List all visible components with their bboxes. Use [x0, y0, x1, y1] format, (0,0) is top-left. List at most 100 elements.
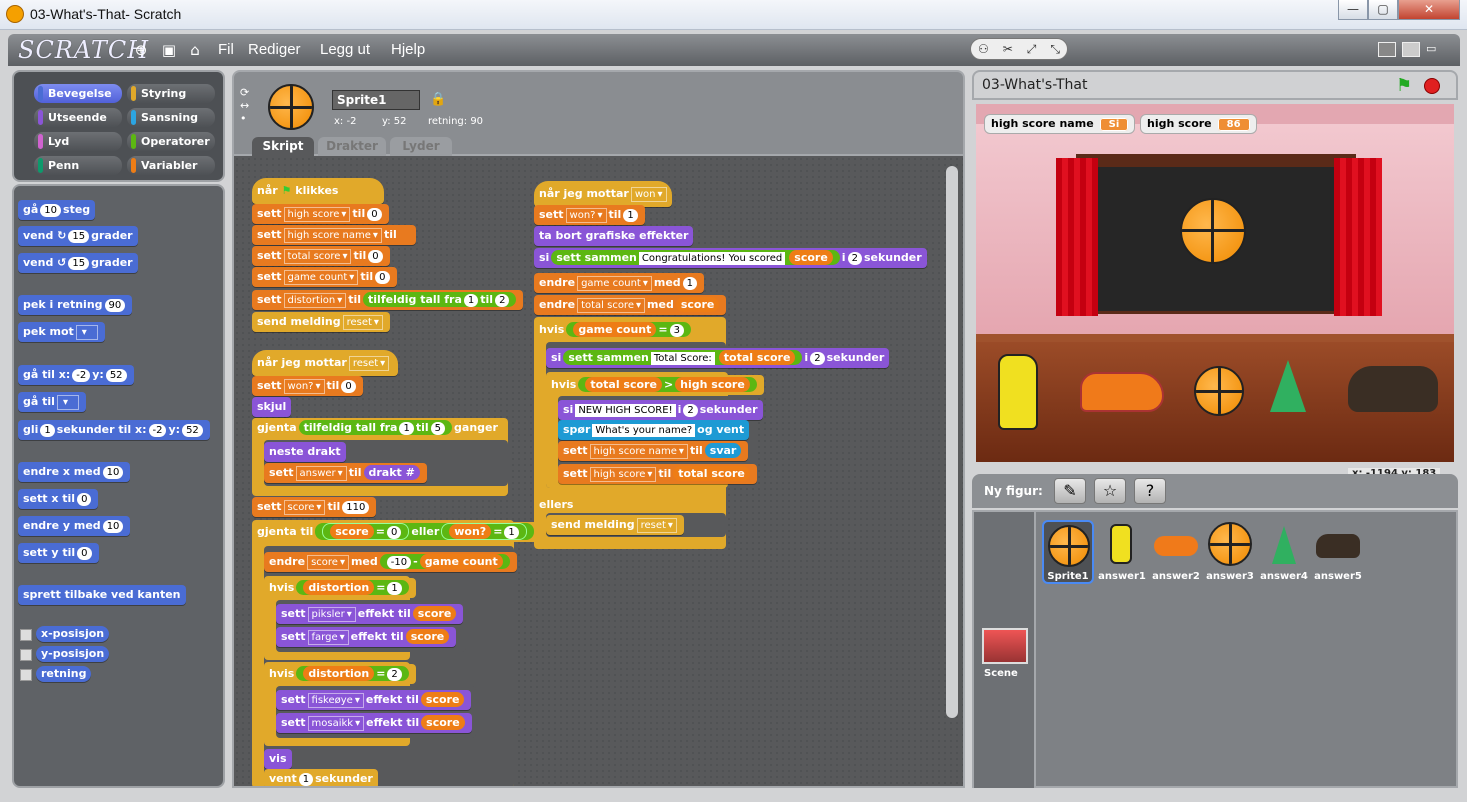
block-point-direction[interactable]: pek i retning 90	[18, 295, 133, 315]
block-next-costume[interactable]: neste drakt	[264, 442, 346, 462]
block-set-won-0[interactable]: settwon?til0	[252, 376, 363, 396]
basketball-sprite[interactable]	[1180, 198, 1246, 264]
menu-edit[interactable]: Rediger	[248, 41, 301, 58]
globe-icon[interactable]: ⊕	[132, 41, 150, 59]
hat-when-flag[interactable]: når ⚑ klikkes	[252, 178, 384, 204]
paint-sprite-icon[interactable]: ✎	[1054, 478, 1086, 504]
block-set-color-effect[interactable]: settfargeeffekt tilscore	[276, 627, 457, 647]
block-set-distortion[interactable]: settdistortiontiltilfeldig tall fra1til2	[252, 290, 524, 310]
choose-sprite-icon[interactable]: ☆	[1094, 478, 1126, 504]
cat-sensing[interactable]: Sansning	[127, 108, 215, 127]
block-if-game-count[interactable]: hvis game count = 3	[534, 320, 698, 340]
maximize-button[interactable]: ▢	[1368, 0, 1398, 20]
block-show[interactable]: vis	[264, 749, 292, 769]
block-set-high-score-name-answer[interactable]: setthigh score nametilsvar	[558, 441, 749, 461]
random-sprite-icon[interactable]: ?	[1134, 478, 1166, 504]
scripts-scrollbar[interactable]	[946, 166, 958, 718]
block-set-high-score-name[interactable]: setthigh score nametil	[252, 225, 416, 245]
block-say-total[interactable]: si sett sammen Total Score: total score i 2 se…	[546, 348, 890, 368]
cat-variables[interactable]: Variabler	[127, 156, 215, 175]
block-set-y[interactable]: sett y til 0	[18, 543, 99, 563]
block-hide[interactable]: skjul	[252, 397, 292, 417]
answer5-sprite[interactable]	[1348, 366, 1438, 412]
answer1-sprite[interactable]	[998, 354, 1038, 430]
cat-pen[interactable]: Penn	[34, 156, 122, 175]
block-change-y[interactable]: endre y med 10	[18, 516, 131, 536]
block-set-total-score[interactable]: setttotal scoretil0	[252, 246, 390, 266]
sprite-item[interactable]: answer1	[1096, 522, 1148, 582]
block-point-towards[interactable]: pek mot	[18, 322, 105, 342]
block-set-answer[interactable]: settanswertildrakt #	[264, 463, 427, 483]
reporter-direction[interactable]: retning	[36, 666, 92, 682]
reporter-x-position[interactable]: x-posisjon	[36, 626, 110, 642]
checkbox-x-position[interactable]	[20, 629, 32, 641]
sprite-item[interactable]: Sprite1	[1042, 520, 1094, 584]
menu-share[interactable]: Legg ut	[320, 41, 370, 58]
cat-looks[interactable]: Utseende	[34, 108, 122, 127]
block-turn-left[interactable]: vend ↺ 15 grader	[18, 253, 138, 273]
checkbox-y-position[interactable]	[20, 649, 32, 661]
block-if-high-score[interactable]: hvis total score > high score	[546, 375, 764, 395]
block-set-mosaic-effect[interactable]: settmosaikkeffekt tilscore	[276, 713, 472, 733]
checkbox-direction[interactable]	[20, 669, 32, 681]
block-set-x[interactable]: sett x til 0	[18, 489, 99, 509]
block-set-pixel-effect[interactable]: settpikslereffekt tilscore	[276, 604, 464, 624]
tab-scripts[interactable]: Skript	[252, 137, 314, 156]
menu-help[interactable]: Hjelp	[391, 41, 425, 58]
block-move[interactable]: gå 10 steg	[18, 200, 96, 220]
sprite-item[interactable]: answer3	[1204, 522, 1256, 582]
sprite-item[interactable]: answer5	[1312, 522, 1364, 582]
block-goto-xy[interactable]: gå til x: -2 y: 52	[18, 365, 134, 385]
block-bounce[interactable]: sprett tilbake ved kanten	[18, 585, 186, 605]
sprite-name-field[interactable]: Sprite1	[332, 90, 420, 110]
answer3-sprite[interactable]	[1194, 366, 1244, 416]
close-button[interactable]: ✕	[1398, 0, 1460, 20]
lock-icon[interactable]: 🔒	[430, 92, 446, 107]
block-set-high-score-total[interactable]: setthigh scoretiltotal score	[558, 464, 757, 484]
block-change-game-count[interactable]: endregame countmed1	[534, 273, 705, 293]
presentation-icon[interactable]: ▭	[1426, 42, 1440, 57]
block-if-distortion-2[interactable]: hvis distortion = 2	[264, 664, 416, 684]
block-set-high-score[interactable]: setthigh scoretil0	[252, 204, 389, 224]
cat-sound[interactable]: Lyd	[34, 132, 122, 151]
shrink-icon[interactable]: ⤡	[1050, 42, 1060, 57]
hat-receive-won[interactable]: når jeg mottar won	[534, 181, 672, 207]
block-change-total-score[interactable]: endretotal scoremedscore	[534, 295, 727, 315]
save-icon[interactable]: ▣	[160, 41, 178, 59]
duplicate-icon[interactable]: ⚇	[978, 42, 989, 56]
block-say-congrats[interactable]: si sett sammen Congratulations! You scored…	[534, 248, 927, 268]
block-glide[interactable]: gli 1 sekunder til x: -2 y: 52	[18, 420, 210, 440]
delete-icon[interactable]: ✂	[1003, 42, 1013, 56]
scene-thumbnail[interactable]	[982, 628, 1028, 664]
minimize-button[interactable]: —	[1338, 0, 1368, 20]
block-broadcast-reset[interactable]: send melding reset	[252, 312, 390, 332]
tab-sounds[interactable]: Lyder	[390, 137, 452, 156]
block-turn-right[interactable]: vend ↻ 15 grader	[18, 226, 138, 246]
block-clear-effects[interactable]: ta bort grafiske effekter	[534, 226, 694, 246]
cat-control[interactable]: Styring	[127, 84, 215, 103]
reporter-y-position[interactable]: y-posisjon	[36, 646, 110, 662]
tab-costumes[interactable]: Drakter	[318, 137, 386, 156]
block-wait[interactable]: vent 1 sekunder	[264, 769, 378, 786]
sprite-item[interactable]: answer2	[1150, 522, 1202, 582]
rotation-style-icons[interactable]: ⟳ ↔ •	[240, 86, 254, 126]
block-repeat[interactable]: gjenta tilfeldig tall fra 1 til 5 ganger	[252, 418, 503, 438]
cat-operators[interactable]: Operatorer	[127, 132, 215, 151]
block-set-fisheye-effect[interactable]: settfiskeøyeeffekt tilscore	[276, 690, 472, 710]
block-else[interactable]: ellers	[534, 495, 579, 515]
answer4-sprite[interactable]	[1270, 360, 1306, 412]
block-broadcast-reset-2[interactable]: send melding reset	[546, 515, 684, 535]
menu-file[interactable]: Fil	[218, 41, 234, 58]
block-change-x[interactable]: endre x med 10	[18, 462, 131, 482]
block-set-score-110[interactable]: settscoretil110	[252, 497, 377, 517]
share-icon[interactable]: ⌂	[186, 41, 204, 59]
stage[interactable]: high score name Si high score 86	[976, 104, 1454, 462]
small-stage-icon[interactable]	[1378, 42, 1396, 57]
block-if-distortion-1[interactable]: hvis distortion = 1	[264, 578, 416, 598]
grow-icon[interactable]: ⤢	[1027, 42, 1037, 57]
block-set-won-1[interactable]: settwon?til1	[534, 205, 645, 225]
cat-motion[interactable]: Bevegelse	[34, 84, 122, 103]
answer2-sprite[interactable]	[1080, 372, 1164, 412]
block-say-new-high[interactable]: si NEW HIGH SCORE! i 2 sekunder	[558, 400, 763, 420]
stop-button[interactable]	[1424, 78, 1440, 94]
